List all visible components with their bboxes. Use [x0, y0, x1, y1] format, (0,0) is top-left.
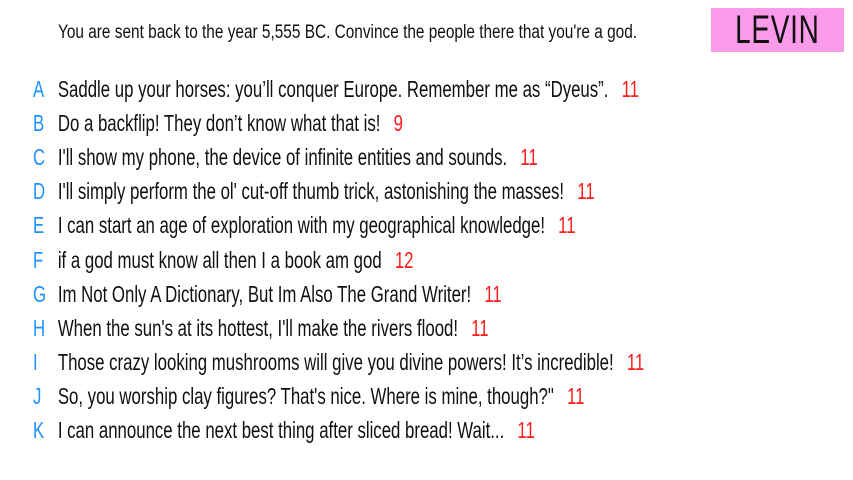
answer-text: Do a backflip! They don’t know what that… — [57, 109, 381, 136]
answer-row: H When the sun's at its hottest, I'll mak… — [33, 311, 644, 345]
answer-letter: A — [33, 75, 45, 102]
answer-row: J So, you worship clay figures? That's ni… — [33, 380, 644, 414]
answer-row: G Im Not Only A Dictionary, But Im Also T… — [33, 277, 644, 311]
answer-letter: C — [33, 143, 46, 170]
player-name: LEVIN — [735, 7, 820, 52]
answer-score: 11 — [471, 314, 489, 341]
answer-text: So, you worship clay figures? That's nic… — [57, 383, 554, 410]
answer-row: B Do a backflip! They don’t know what tha… — [33, 106, 644, 140]
answer-letter: G — [33, 280, 47, 307]
answer-letter: K — [33, 417, 45, 444]
answer-row: E I can start an age of exploration with … — [33, 209, 644, 243]
answer-score: 9 — [393, 109, 403, 136]
answer-score: 11 — [566, 383, 585, 410]
player-name-badge: LEVIN — [711, 8, 844, 52]
answer-text: I can announce the next best thing after… — [57, 417, 505, 444]
answer-score: 12 — [394, 246, 414, 273]
answer-row: K I can announce the next best thing afte… — [33, 414, 644, 448]
answer-text: I can start an age of exploration with m… — [57, 212, 546, 239]
answer-row: Fif a god must know all then I a book am… — [33, 243, 644, 277]
answer-letter: H — [33, 314, 46, 341]
answer-score: 11 — [558, 212, 576, 239]
answer-score: 11 — [517, 417, 535, 444]
answer-score: 11 — [520, 143, 538, 170]
answer-score: 11 — [484, 280, 502, 307]
answer-letter: B — [33, 109, 45, 136]
answer-text: Those crazy looking mushrooms will give … — [57, 349, 614, 376]
answer-letter: J — [33, 383, 42, 410]
answer-score: 11 — [577, 178, 595, 205]
answer-letter: E — [33, 212, 45, 239]
answer-score: 11 — [626, 349, 645, 376]
answer-letter: D — [33, 178, 46, 205]
prompt-text: You are sent back to the year 5,555 BC. … — [58, 22, 638, 43]
answer-text: Im Not Only A Dictionary, But Im Also Th… — [57, 280, 472, 307]
answer-row: D I'll simply perform the ol' cut-off thu… — [33, 175, 644, 209]
answer-text: Saddle up your horses: you’ll conquer Eu… — [57, 75, 609, 102]
answer-list: A Saddle up your horses: you’ll conquer E… — [33, 72, 644, 448]
answer-row: C I'll show my phone, the device of infin… — [33, 140, 644, 174]
answer-row: A Saddle up your horses: you’ll conquer E… — [33, 72, 644, 106]
answer-letter: I — [33, 349, 38, 376]
answer-letter: F — [33, 246, 44, 273]
answer-text: When the sun's at its hottest, I'll make… — [57, 314, 459, 341]
answer-text: if a god must know all then I a book am … — [57, 246, 382, 273]
answer-row: I Those crazy looking mushrooms will give… — [33, 346, 644, 380]
answer-score: 11 — [621, 75, 640, 102]
answer-text: I'll show my phone, the device of infini… — [57, 143, 508, 170]
answer-text: I'll simply perform the ol' cut-off thum… — [57, 178, 565, 205]
